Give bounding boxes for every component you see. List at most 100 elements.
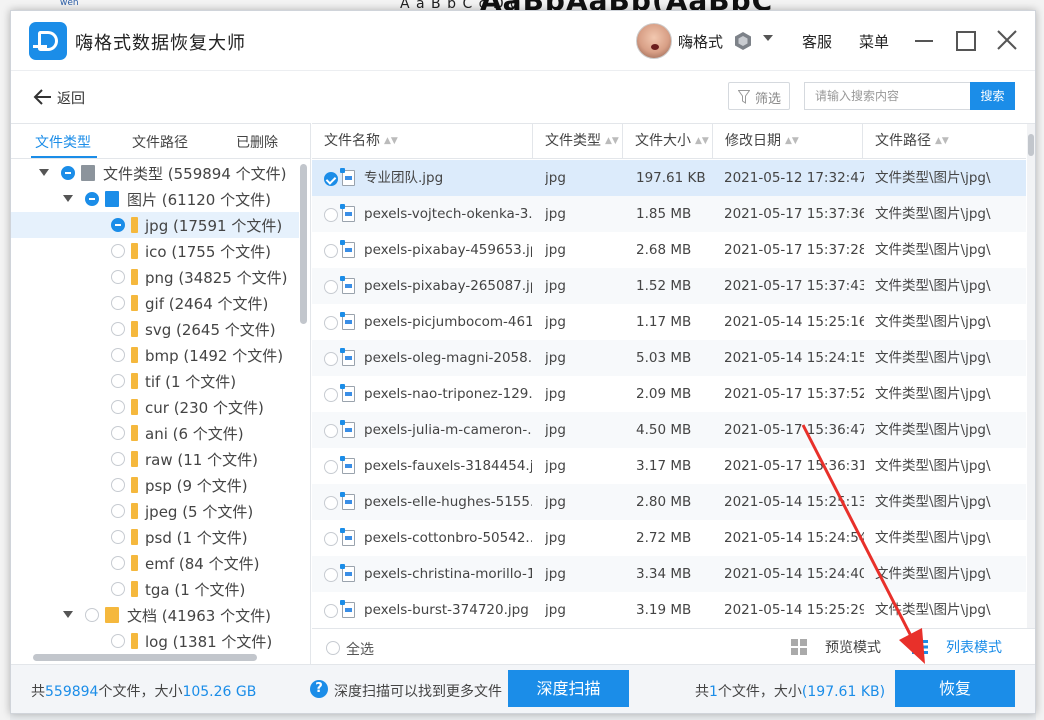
search-input[interactable] — [804, 82, 970, 110]
user-avatar[interactable] — [636, 23, 672, 59]
expand-toggle-icon[interactable] — [63, 195, 73, 202]
tree-item[interactable]: bmp (1492 个文件) — [11, 342, 299, 368]
tree-item-checkbox[interactable] — [111, 582, 125, 596]
row-checkbox[interactable] — [324, 532, 338, 546]
row-checkbox[interactable] — [324, 604, 338, 618]
tree-item[interactable]: gif (2464 个文件) — [11, 290, 299, 316]
column-header-size[interactable]: 文件大小 ▲▼ — [623, 124, 713, 159]
menu-button[interactable]: 菜单 — [859, 31, 889, 52]
tree-item-checkbox[interactable] — [111, 270, 125, 284]
table-row[interactable]: pexels-picjumbocom-461... jpg 1.17 MB 2021-… — [312, 304, 1026, 340]
table-row[interactable]: pexels-burst-374720.jpg jpg 3.19 MB 2021-05… — [312, 592, 1026, 628]
tree-item[interactable]: psp (9 个文件) — [11, 472, 299, 498]
tree-item[interactable]: log (1381 个文件) — [11, 628, 299, 650]
tree-item[interactable]: ani (6 个文件) — [11, 420, 299, 446]
file-path-cell: 文件类型\图片\jpg\ — [875, 314, 991, 330]
table-vertical-scrollbar[interactable] — [1027, 124, 1035, 628]
tab-file-path[interactable]: 文件路径 — [132, 132, 188, 152]
search-button[interactable]: 搜索 — [970, 82, 1015, 110]
tree-item[interactable]: tga (1 个文件) — [11, 576, 299, 602]
table-row[interactable]: pexels-pixabay-265087.jpg jpg 1.52 MB 2021-… — [312, 268, 1026, 304]
tree-item-checkbox[interactable] — [111, 504, 125, 518]
expand-toggle-icon[interactable] — [39, 169, 49, 176]
tree-item[interactable]: psd (1 个文件) — [11, 524, 299, 550]
account-dropdown-icon[interactable] — [763, 35, 773, 41]
file-date-cell: 2021-05-14 15:25:16 — [724, 314, 864, 330]
tree-item[interactable]: emf (84 个文件) — [11, 550, 299, 576]
row-checkbox[interactable] — [324, 316, 338, 330]
table-row[interactable]: pexels-cottonbro-50542... jpg 2.72 MB 2021-… — [312, 520, 1026, 556]
tree-item[interactable]: 文件类型 (559894 个文件) — [11, 160, 299, 186]
file-size-cell: 3.19 MB — [636, 602, 692, 618]
customer-service-button[interactable]: 客服 — [802, 31, 832, 52]
filter-button[interactable]: 筛选 — [728, 82, 790, 110]
tree-item[interactable]: svg (2645 个文件) — [11, 316, 299, 342]
tab-file-type[interactable]: 文件类型 — [35, 132, 91, 152]
tree-item-checkbox[interactable] — [111, 244, 125, 258]
tree-item[interactable]: png (34825 个文件) — [11, 264, 299, 290]
table-row[interactable]: pexels-oleg-magni-2058... jpg 5.03 MB 2021-… — [312, 340, 1026, 376]
tree-item-checkbox[interactable] — [111, 530, 125, 544]
row-checkbox[interactable] — [324, 172, 338, 186]
row-checkbox[interactable] — [324, 208, 338, 222]
tree-item[interactable]: tif (1 个文件) — [11, 368, 299, 394]
tree-item-checkbox[interactable] — [111, 374, 125, 388]
row-checkbox[interactable] — [324, 460, 338, 474]
tree-item-checkbox[interactable] — [111, 478, 125, 492]
tab-deleted[interactable]: 已删除 — [236, 132, 278, 152]
image-file-icon — [340, 420, 355, 438]
tree-item[interactable]: cur (230 个文件) — [11, 394, 299, 420]
tree-item[interactable]: 图片 (61120 个文件) — [11, 186, 299, 212]
select-all-checkbox[interactable]: 全选 — [326, 639, 426, 658]
column-header-name[interactable]: 文件名称 ▲▼ — [312, 124, 533, 159]
tree-item[interactable]: jpg (17591 个文件) — [11, 212, 299, 238]
tree-item-checkbox[interactable] — [111, 634, 125, 648]
row-checkbox[interactable] — [324, 244, 338, 258]
tree-item-checkbox[interactable] — [111, 348, 125, 362]
column-header-path[interactable]: 文件路径 ▲▼ — [863, 124, 1026, 159]
username[interactable]: 嗨格式 — [678, 31, 723, 52]
table-row[interactable]: pexels-nao-triponez-129... jpg 2.09 MB 2021… — [312, 376, 1026, 412]
tree-item-checkbox[interactable] — [111, 556, 125, 570]
table-row[interactable]: 专业团队.jpg jpg 197.61 KB 2021-05-12 17:32:47 文… — [312, 160, 1026, 196]
preview-mode-button[interactable]: 预览模式 — [791, 637, 891, 659]
column-header-type[interactable]: 文件类型 ▲▼ — [533, 124, 623, 159]
table-row[interactable]: pexels-christina-morillo-1... jpg 3.34 MB 2… — [312, 556, 1026, 592]
maximize-icon[interactable] — [954, 28, 978, 52]
table-scroll-thumb[interactable] — [1028, 134, 1034, 156]
tree-vertical-scrollbar[interactable] — [300, 164, 307, 324]
table-row[interactable]: pexels-elle-hughes-5155... jpg 2.80 MB 2021… — [312, 484, 1026, 520]
table-row[interactable]: pexels-julia-m-cameron-... jpg 4.50 MB 2021… — [312, 412, 1026, 448]
tree-item[interactable]: raw (11 个文件) — [11, 446, 299, 472]
close-icon[interactable] — [995, 28, 1019, 52]
row-checkbox[interactable] — [324, 352, 338, 366]
list-mode-button[interactable]: 列表模式 — [912, 637, 1012, 659]
tree-item[interactable]: 文档 (41963 个文件) — [11, 602, 299, 628]
table-row[interactable]: pexels-vojtech-okenka-3... jpg 1.85 MB 2021… — [312, 196, 1026, 232]
row-checkbox[interactable] — [324, 568, 338, 582]
tree-item-checkbox[interactable] — [61, 166, 75, 180]
tree-item-checkbox[interactable] — [111, 296, 125, 310]
row-checkbox[interactable] — [324, 280, 338, 294]
row-checkbox[interactable] — [324, 388, 338, 402]
deep-scan-button[interactable]: 深度扫描 — [508, 670, 629, 707]
table-row[interactable]: pexels-pixabay-459653.jpg jpg 2.68 MB 2021-… — [312, 232, 1026, 268]
tree-item-checkbox[interactable] — [111, 322, 125, 336]
tree-item-checkbox[interactable] — [111, 452, 125, 466]
select-all-radio[interactable] — [326, 641, 340, 655]
tree-item-checkbox[interactable] — [111, 426, 125, 440]
tree-item-checkbox[interactable] — [111, 400, 125, 414]
tree-item[interactable]: jpeg (5 个文件) — [11, 498, 299, 524]
expand-toggle-icon[interactable] — [63, 611, 73, 618]
tree-item-checkbox[interactable] — [85, 608, 99, 622]
tree-item-checkbox[interactable] — [111, 218, 125, 232]
minimize-icon[interactable] — [913, 28, 937, 52]
recover-button[interactable]: 恢复 — [895, 670, 1015, 707]
tree-item[interactable]: ico (1755 个文件) — [11, 238, 299, 264]
column-header-date[interactable]: 修改日期 ▲▼ — [713, 124, 863, 159]
row-checkbox[interactable] — [324, 496, 338, 510]
row-checkbox[interactable] — [324, 424, 338, 438]
tree-item-checkbox[interactable] — [85, 192, 99, 206]
tree-horizontal-scrollbar[interactable] — [33, 654, 257, 661]
table-row[interactable]: pexels-fauxels-3184454.j... jpg 3.17 MB 202… — [312, 448, 1026, 484]
